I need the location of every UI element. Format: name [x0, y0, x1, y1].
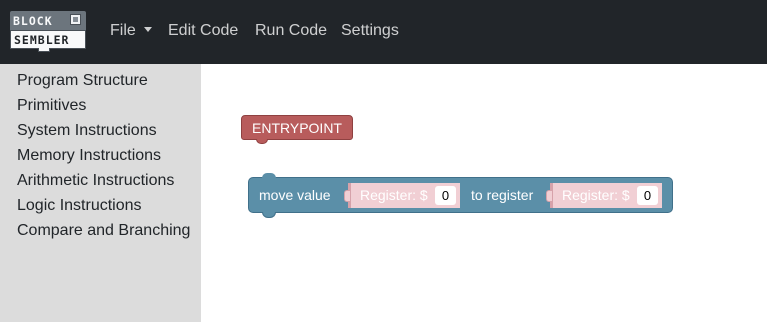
logo-square-icon: [70, 14, 81, 25]
logo-top-text: BLOCK: [13, 14, 53, 28]
dest-register-block[interactable]: Register: $ 0: [546, 183, 662, 208]
logo-top-row: BLOCK: [10, 11, 86, 30]
entrypoint-block[interactable]: ENTRYPOINT: [241, 115, 353, 144]
nav-edit-code[interactable]: Edit Code: [168, 21, 238, 41]
nav-run-code[interactable]: Run Code: [255, 21, 327, 41]
to-register-label: to register: [471, 187, 534, 203]
dest-register-label: Register: $: [562, 187, 630, 203]
sidebar-item-primitives[interactable]: Primitives: [17, 96, 86, 116]
dest-register-value-field[interactable]: 0: [637, 186, 658, 205]
sidebar-item-logic-instructions[interactable]: Logic Instructions: [17, 196, 142, 216]
block-workspace[interactable]: ENTRYPOINT move value Register: $ 0 to r…: [201, 64, 767, 322]
sidebar-item-compare-and-branching[interactable]: Compare and Branching: [17, 221, 190, 241]
source-register-label: Register: $: [360, 187, 428, 203]
move-value-block[interactable]: move value Register: $ 0 to register Reg…: [248, 173, 673, 218]
sidebar-item-system-instructions[interactable]: System Instructions: [17, 121, 157, 141]
chevron-down-icon: [143, 27, 152, 32]
nav-settings[interactable]: Settings: [341, 21, 399, 41]
blocksembler-logo[interactable]: BLOCK SEMBLER: [10, 11, 86, 52]
logo-bottom-row: SEMBLER: [10, 30, 86, 49]
move-value-label: move value: [259, 187, 331, 203]
sidebar-item-memory-instructions[interactable]: Memory Instructions: [17, 146, 161, 166]
navbar: BLOCK SEMBLER File Edit Code Run Code Se…: [0, 0, 767, 64]
nav-file-menu[interactable]: File: [110, 21, 152, 41]
logo-bottom-text: SEMBLER: [14, 33, 70, 47]
register-connector: [546, 190, 552, 202]
logo-notch: [38, 48, 50, 52]
sidebar-item-arithmetic-instructions[interactable]: Arithmetic Instructions: [17, 171, 174, 191]
block-category-sidebar: Program Structure Primitives System Inst…: [0, 64, 201, 322]
nav-file-label: File: [110, 22, 136, 39]
source-register-block[interactable]: Register: $ 0: [344, 183, 460, 208]
sidebar-item-program-structure[interactable]: Program Structure: [17, 71, 148, 91]
register-connector: [344, 190, 350, 202]
source-register-value-field[interactable]: 0: [435, 186, 456, 205]
